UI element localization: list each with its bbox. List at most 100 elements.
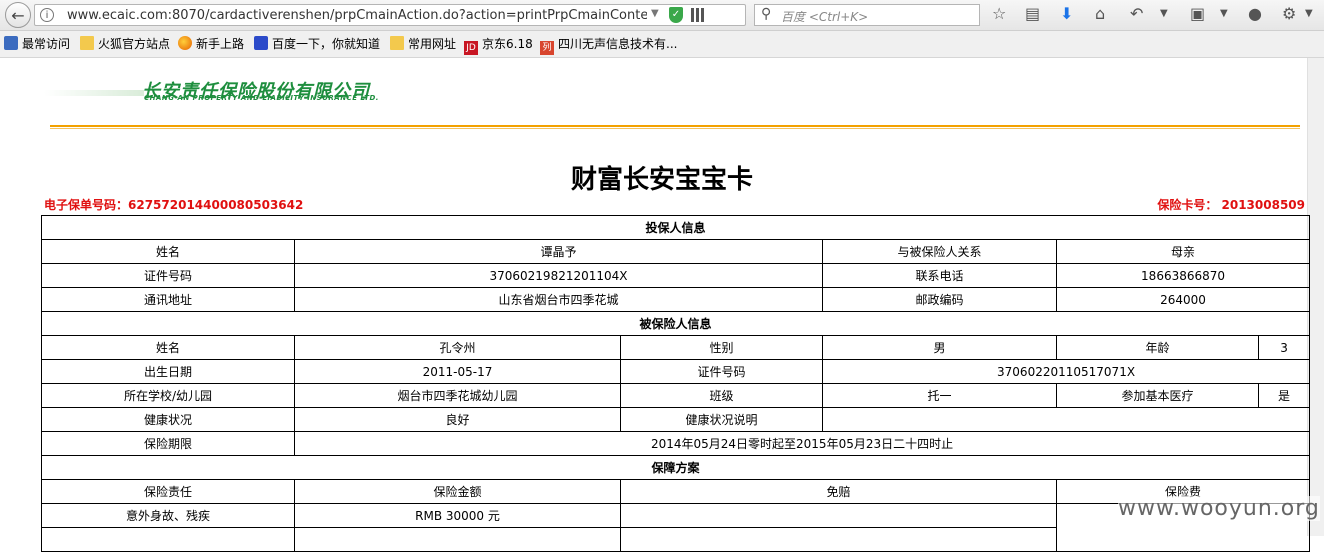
applicant-zip: 264000 (1055, 287, 1311, 312)
table-row: 出生日期 2011-05-17 证件号码 3706022011051​7071X (41, 359, 1311, 384)
plan-deductible (620, 503, 1057, 528)
baidu-paw-icon (254, 36, 268, 50)
cell-label: 通讯地址 (41, 287, 295, 312)
firefox-icon (178, 36, 192, 50)
plan-deductible (620, 527, 1057, 552)
url-bar[interactable]: i www.ecaic.com:8070/cardactiverenshen/p… (34, 4, 770, 26)
bookmark-sichuan[interactable]: 列四川无声信息技术有... (540, 36, 677, 55)
folder-icon (390, 36, 404, 50)
cell-label: 联系电话 (822, 263, 1057, 288)
crop-icon[interactable]: ▣ (1190, 4, 1205, 24)
url-dropdown-icon[interactable]: ▼ (651, 8, 659, 19)
watermark: www.wooyun.org (1118, 496, 1320, 521)
cell-label: 出生日期 (41, 359, 295, 384)
logo-decoration (44, 90, 144, 96)
section-insured: 被保险人信息 (40, 311, 1311, 336)
insured-id: 3706022011051​7071X (821, 359, 1311, 384)
plan-item: 意外身故、残疾 (41, 503, 295, 528)
table-row: 投保人信息 (40, 215, 1311, 240)
insured-name: 孔令州 (294, 335, 621, 360)
plan-item (41, 527, 295, 552)
table-row: 姓名 孔令州 性别 男 年龄 3 (41, 335, 1311, 360)
cell-label: 姓名 (41, 335, 295, 360)
undo-icon[interactable]: ↶ (1130, 4, 1143, 24)
search-icon: ⚲ (761, 6, 772, 22)
bookmark-jd[interactable]: JD 京东6.18 (464, 36, 533, 55)
bookmark-firefox-site[interactable]: 火狐官方站点 (80, 36, 170, 52)
header-divider (50, 125, 1300, 127)
insured-dob: 2011-05-17 (294, 359, 621, 384)
bookmark-label: 常用网址 (408, 37, 457, 51)
cell-label: 证件号码 (620, 359, 823, 384)
bookmark-getting-started[interactable]: 新手上路 (178, 36, 244, 52)
jd-icon: JD (464, 41, 478, 55)
insured-age: 3 (1257, 335, 1311, 360)
cell-label: 所在学校/幼儿园 (41, 383, 295, 408)
header-divider-secondary (50, 128, 1300, 129)
plan-amount: RMB 30000 元 (294, 503, 621, 528)
cell-label: 班级 (620, 383, 823, 408)
star-icon[interactable]: ☆ (992, 4, 1006, 24)
bookmark-label: 百度一下，你就知道 (272, 37, 381, 51)
column-header: 保险责任 (41, 479, 295, 504)
cell-label: 健康状况说明 (620, 407, 823, 432)
card-number: 保险卡号： 2013008509 (1157, 198, 1305, 212)
plan-amount (294, 527, 621, 552)
bookmark-most-visited[interactable]: 最常访问 (4, 36, 70, 52)
table-row: 保障方案 (40, 455, 1311, 480)
applicant-name: 谭晶予 (294, 239, 823, 264)
reading-list-icon[interactable]: ▤ (1025, 4, 1040, 24)
insured-health-note (821, 407, 1311, 432)
bookmark-common-sites[interactable]: 常用网址 (390, 36, 456, 52)
insured-school: 烟台市四季花城幼儿园 (294, 383, 621, 408)
cell-label: 邮政编码 (822, 287, 1057, 312)
bookmark-gear-icon (4, 36, 18, 50)
back-button[interactable]: ← (5, 2, 31, 28)
cell-label: 参加基本医疗 (1056, 383, 1259, 408)
settings-icon[interactable]: ⚙ (1282, 4, 1296, 24)
insured-class: 托一 (822, 383, 1057, 408)
wooyun-icon: 列 (540, 41, 554, 55)
insured-medical: 是 (1257, 383, 1311, 408)
table-row: 通讯地址 山东省烟台市四季花城 邮政编码 264000 (41, 287, 1311, 312)
url-text[interactable]: www.ecaic.com:8070/cardactiverenshen/prp… (67, 8, 647, 23)
logo-en-text: CHANG AN PROPERTY AND LIABILITY INSURANC… (144, 94, 379, 102)
insured-gender: 男 (822, 335, 1057, 360)
bookmark-label: 京东6.18 (482, 37, 533, 51)
policy-number: 电子保单号码：627572014400080503642 (44, 198, 304, 212)
menu-dropdown-icon[interactable]: ▼ (1305, 4, 1313, 24)
cell-label: 性别 (620, 335, 823, 360)
table-row: 被保险人信息 (40, 311, 1311, 336)
search-bar[interactable]: ⚲ 百度 <Ctrl+K> (754, 4, 980, 26)
page-title: 财富长安宝宝卡 (570, 165, 753, 195)
cell-label: 证件号码 (41, 263, 295, 288)
cell-label: 年龄 (1056, 335, 1259, 360)
info-icon[interactable]: i (40, 8, 54, 22)
crop-dropdown-icon[interactable]: ▼ (1220, 4, 1228, 24)
bookmark-label: 新手上路 (196, 37, 245, 51)
shield-icon[interactable]: ✓ (669, 7, 683, 23)
column-header: 保险金额 (294, 479, 621, 504)
bookmark-label: 四川无声信息技术有... (558, 37, 678, 51)
applicant-relation: 母亲 (1055, 239, 1311, 264)
insured-health: 良好 (294, 407, 621, 432)
cell-label: 姓名 (41, 239, 295, 264)
applicant-address: 山东省烟台市四季花城 (294, 287, 823, 312)
undo-dropdown-icon[interactable]: ▼ (1160, 4, 1168, 24)
cell-label: 健康状况 (41, 407, 295, 432)
qr-code-icon[interactable] (691, 8, 705, 22)
bookmark-label: 最常访问 (22, 37, 71, 51)
bookmark-label: 火狐官方站点 (98, 37, 171, 51)
bookmark-baidu[interactable]: 百度一下，你就知道 (254, 36, 380, 52)
column-header: 免赔 (620, 479, 1057, 504)
search-placeholder[interactable]: 百度 <Ctrl+K> (781, 8, 868, 25)
company-logo: 长安责任保险股份有限公司 CHANG AN PROPERTY AND LIABI… (44, 78, 549, 102)
section-plan: 保障方案 (40, 455, 1311, 480)
download-icon[interactable]: ⬇ (1060, 4, 1073, 24)
applicant-phone: 18663866870 (1055, 263, 1311, 288)
chat-icon[interactable]: ● (1248, 4, 1262, 24)
table-row: 健康状况 良好 健康状况说明 (41, 407, 1311, 432)
table-row: 证件号码 37060219821201104X 联系电话 18663866870 (41, 263, 1311, 288)
back-arrow-icon: ← (11, 6, 25, 25)
home-icon[interactable]: ⌂ (1095, 4, 1105, 24)
